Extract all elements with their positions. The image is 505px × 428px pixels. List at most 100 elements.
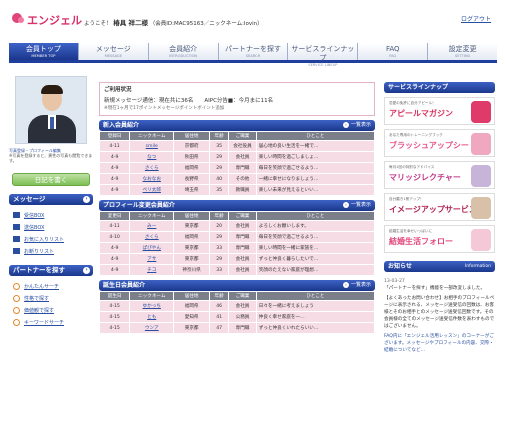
location-cell: 東京都 (173, 220, 210, 232)
comment-cell: 楽しい未来が見えるといい… (255, 184, 376, 196)
avatar-hair (41, 85, 63, 94)
location-cell: 東京都 (173, 242, 210, 254)
comment-cell: 毎日を笑顔で過ごせるよう… (255, 231, 376, 243)
banner-title: ブラッシュアップシート (389, 140, 477, 150)
nav-message[interactable]: メッセージ MESSAGE (78, 43, 149, 60)
menu-label[interactable]: 性格で探す (24, 295, 49, 302)
location-cell: 長野県 (173, 173, 210, 185)
table-row[interactable]: 4-15 とも 愛知県 41 公務員 仲良く幸せ家庭を一… (98, 311, 376, 323)
menu-values-search[interactable]: 価値観で探す (13, 304, 93, 316)
occupation-cell: 教職員 (228, 184, 257, 196)
service-banner[interactable]: 自分磨き1冊アップ！ イメージアップサービス (384, 193, 495, 221)
menu-label[interactable]: お断りリスト (24, 248, 54, 255)
profile-photo[interactable] (15, 76, 87, 144)
table-row[interactable]: 4-15 ゆかっち 福岡県 46 会社員 日々を一緒に考えましょう (98, 300, 376, 312)
service-banner[interactable]: 毎月1回の特別なアドバイス マリッジレクチャー (384, 161, 495, 189)
menu-label[interactable]: 送信BOX (24, 224, 44, 231)
photo-note: ※写真を登録すると、異性の写真も閲覧できます。 (9, 153, 93, 163)
menu-favorites[interactable]: お気に入りリスト (13, 233, 93, 245)
menu-easy-search[interactable]: かんたんサーチ (13, 280, 93, 292)
nickname-link[interactable]: なつ (129, 151, 175, 163)
table-row[interactable]: 4-9 さくら 福岡県 29 専門職 毎日を笑顔で過ごせるよう… (98, 162, 376, 174)
nav-label: 会員紹介 (169, 45, 198, 53)
nickname-link[interactable]: アサ (129, 253, 175, 265)
nickname-link[interactable]: ゆかっち (129, 300, 175, 312)
nickname-link[interactable]: ぱぴやん (129, 242, 175, 254)
column-header: 居住地 (173, 291, 210, 301)
location-cell: 愛知県 (173, 311, 210, 323)
column-header: ひとこと (255, 211, 376, 221)
nickname-link[interactable]: みー (129, 220, 175, 232)
nickname-link[interactable]: さくら (129, 231, 175, 243)
column-header: ひとこと (255, 131, 376, 141)
column-header: 誕生日 (98, 291, 131, 301)
occupation-cell: 会社員 (228, 300, 257, 312)
table-row[interactable]: 4-9 ペリ太郎 埼玉県 35 教職員 楽しい未来が見えるといい… (98, 184, 376, 196)
nickname-link[interactable]: とも (129, 311, 175, 323)
nickname-link[interactable]: さくら (129, 162, 175, 174)
table-row[interactable]: 4-9 アサ 東京都 29 会社員 ずっと仲良く暮らしたいで… (98, 253, 376, 265)
nickname-link[interactable]: smile (129, 140, 175, 152)
view-all-link[interactable]: › 一覧表示 (342, 200, 371, 211)
nav-introduction[interactable]: 会員紹介 INTRODUCTION (148, 43, 219, 60)
location-cell: 福岡県 (173, 162, 210, 174)
location-cell: 東京都 (173, 322, 210, 334)
chevron-right-icon: › (83, 196, 90, 203)
menu-label[interactable]: お気に入りリスト (24, 236, 64, 243)
table-row[interactable]: 4-10 さくら 福岡県 29 専門職 毎日を笑顔で過ごせるよう… (98, 231, 376, 243)
nav-service-lineup[interactable]: サービスラインナップ SERVICE LINEUP (288, 43, 359, 67)
menu-label[interactable]: 受信BOX (24, 212, 44, 219)
occupation-cell: 専門職 (228, 231, 257, 243)
banner-tagline: 結婚生活を幸せいっぱいに (389, 229, 433, 233)
view-all-link[interactable]: › 一覧表示 (342, 120, 371, 131)
service-lineup-header: サービスラインナップ (384, 82, 495, 93)
nickname-link[interactable]: ウンア (129, 322, 175, 334)
menu-label[interactable]: 価値観で探す (24, 307, 54, 314)
logout-link[interactable]: ログアウト (461, 14, 491, 23)
arrow-right-icon: › (342, 122, 349, 128)
news-item[interactable]: 「パートナーを探す」機能を一部改変しました。 (384, 285, 495, 292)
column-header: 登録日 (98, 131, 131, 141)
banner-tagline: 毎月1回の特別なアドバイス (389, 165, 435, 169)
table-row[interactable]: 4-11 みー 東京都 20 会社員 よろしくお願いします。 (98, 220, 376, 232)
menu-outbox[interactable]: 送信BOX (13, 221, 93, 233)
right-sidebar: サービスラインナップ 恋愛の免許に自分アピール！ アピールマガジン あなた専用の… (384, 82, 495, 354)
write-diary-button[interactable]: 日記を書く (12, 173, 90, 186)
service-banner[interactable]: 結婚生活を幸せいっぱいに 結婚生活フォロー (384, 225, 495, 253)
message-section-header: メッセージ › (9, 194, 93, 205)
column-header: 年齢 (208, 291, 230, 301)
age-cell: 40 (208, 173, 230, 185)
banner-tagline: 自分磨き1冊アップ！ (389, 197, 424, 201)
nickname-link[interactable]: なおなお (129, 173, 175, 185)
menu-label[interactable]: かんたんサーチ (24, 283, 59, 290)
nav-member-top[interactable]: 会員トップ MEMBER TOP (9, 43, 79, 60)
table-row[interactable]: 4-11 smile 京都府 35 会社役員 居心地の良い生活を一緒で… (98, 140, 376, 152)
menu-keyword-search[interactable]: キーワードサーチ (13, 316, 93, 328)
left-sidebar: 写真登録・プロフィール編集 ※写真を登録すると、異性の写真も閲覧できます。 日記… (9, 72, 93, 328)
view-all-link[interactable]: › 一覧表示 (342, 280, 371, 291)
nickname-link[interactable]: チコ (129, 264, 175, 276)
table-row[interactable]: 4-9 チコ 神奈川県 33 会社員 笑顔のたえない家庭が理想… (98, 264, 376, 276)
comment-cell: ずっと仲良くいれたらいい… (255, 322, 376, 334)
table-row[interactable]: 4-9 なおなお 長野県 40 その他 一緒に幸せになりましょう… (98, 173, 376, 185)
table-row[interactable]: 4-9 なつ 秋田県 29 会社員 楽しい時間を過ごしましょ… (98, 151, 376, 163)
mailbox-icon (13, 236, 20, 242)
nav-setting[interactable]: 設定変更 SETTING (428, 43, 498, 60)
table-row[interactable]: 4-15 ウンア 東京都 47 専門職 ずっと仲良くいれたらいい… (98, 322, 376, 334)
section-title: プロフィール変更会員紹介 (103, 202, 175, 209)
menu-personality-search[interactable]: 性格で探す (13, 292, 93, 304)
news-item[interactable]: FAQ内に「エンジェル活用レッスン」のコーナーがございます。メッセージやプロフィ… (384, 333, 495, 354)
menu-inbox[interactable]: 受信BOX (13, 209, 93, 221)
age-cell: 29 (208, 151, 230, 163)
menu-block-list[interactable]: お断りリスト (13, 245, 93, 257)
menu-label[interactable]: キーワードサーチ (24, 319, 64, 326)
nav-faq[interactable]: FAQ FAQ (358, 43, 429, 60)
service-banner[interactable]: 恋愛の免許に自分アピール！ アピールマガジン (384, 97, 495, 125)
service-banner[interactable]: あなた専用のトレーニングブック ブラッシュアップシート (384, 129, 495, 157)
site-logo[interactable]: エンジェル (12, 12, 84, 27)
nickname-link[interactable]: ペリ太郎 (129, 184, 175, 196)
table-row[interactable]: 4-9 ぱぴやん 東京都 33 専門職 楽しい時間を一緒に家族を… (98, 242, 376, 254)
news-item[interactable]: 【よくあったお問い合わせ】お相手のプロフィールページに表示される、メッセージ送受… (384, 295, 495, 330)
information-header: お知らせ Information (384, 261, 495, 272)
nav-search[interactable]: パートナーを探す SEARCH (218, 43, 289, 60)
